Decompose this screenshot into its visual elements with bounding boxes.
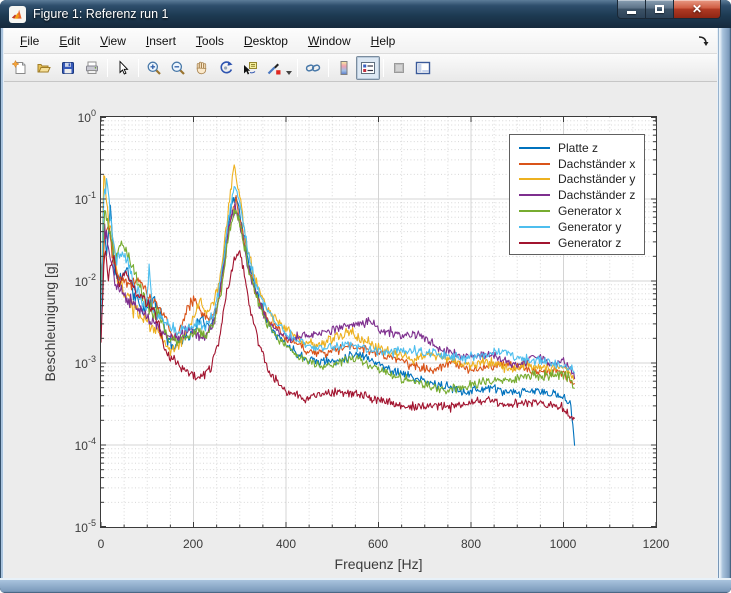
brush-dropdown-caret[interactable] <box>286 71 292 75</box>
legend-line-sample <box>519 242 550 244</box>
link-plot-button[interactable] <box>301 56 325 80</box>
legend-item: Generator z <box>519 235 644 251</box>
x-tick-label: 800 <box>449 537 493 551</box>
legend-item: Platte z <box>519 140 644 156</box>
show-plot-tools-button[interactable] <box>411 56 435 80</box>
window-frame-edge[interactable] <box>719 28 731 578</box>
window-title: Figure 1: Referenz run 1 <box>33 7 169 21</box>
x-tick-label: 200 <box>171 537 215 551</box>
pan-hand-icon <box>194 60 210 76</box>
x-tick-label: 1000 <box>541 537 585 551</box>
data-cursor-icon <box>242 60 258 76</box>
legend-line-sample <box>519 210 550 212</box>
save-button[interactable] <box>56 56 80 80</box>
rotate-3d-icon <box>218 60 234 76</box>
menubar: File Edit View Insert Tools Desktop Wind… <box>4 28 717 54</box>
maximize-icon <box>655 5 664 13</box>
legend-item: Generator y <box>519 219 644 235</box>
show-plot-tools-icon <box>415 60 431 76</box>
zoom-in-button[interactable] <box>142 56 166 80</box>
zoom-out-button[interactable] <box>166 56 190 80</box>
insert-legend-button[interactable] <box>356 56 380 80</box>
figure-client-area: File Edit View Insert Tools Desktop Wind… <box>3 28 718 578</box>
y-tick-label: 10-1 <box>52 191 96 207</box>
maximize-button[interactable] <box>646 0 674 19</box>
close-button[interactable]: ✕ <box>674 0 721 19</box>
window-frame-edge[interactable] <box>0 578 731 593</box>
dock-arrow-icon[interactable] <box>697 34 710 52</box>
y-axis-label: Beschleunigung [g] <box>42 262 58 381</box>
new-figure-button[interactable] <box>8 56 32 80</box>
menu-view[interactable]: View <box>90 30 136 52</box>
brush-tool-button[interactable] <box>262 56 286 80</box>
pointer-tool-button[interactable] <box>111 56 135 80</box>
rotate-3d-button[interactable] <box>214 56 238 80</box>
legend-icon <box>360 60 376 76</box>
print-button[interactable] <box>80 56 104 80</box>
figure-toolbar <box>4 54 717 82</box>
y-tick-label: 10-3 <box>52 355 96 371</box>
legend[interactable]: Platte z Dachständer x Dachständer y Dac… <box>509 134 645 255</box>
figure-window: Figure 1: Referenz run 1 ✕ File Edit Vie… <box>0 0 731 593</box>
legend-line-sample <box>519 147 550 149</box>
menu-edit[interactable]: Edit <box>49 30 90 52</box>
y-tick-label: 10-5 <box>52 519 96 535</box>
menu-desktop[interactable]: Desktop <box>234 30 298 52</box>
close-icon: ✕ <box>692 3 702 15</box>
minimize-icon <box>627 11 636 14</box>
x-tick-label: 400 <box>264 537 308 551</box>
link-icon <box>305 60 321 76</box>
new-figure-icon <box>12 60 28 76</box>
legend-item: Dachständer x <box>519 156 644 172</box>
open-file-icon <box>36 60 52 76</box>
legend-line-sample <box>519 226 550 228</box>
pan-tool-button[interactable] <box>190 56 214 80</box>
toolbar-separator <box>138 59 139 77</box>
pointer-icon <box>115 60 131 76</box>
menu-tools[interactable]: Tools <box>186 30 234 52</box>
legend-line-sample <box>519 194 550 196</box>
window-frame-edge <box>0 28 3 578</box>
zoom-in-icon <box>146 60 162 76</box>
toolbar-separator <box>107 59 108 77</box>
menu-window[interactable]: Window <box>298 30 361 52</box>
hide-plot-tools-button <box>387 56 411 80</box>
save-icon <box>60 60 76 76</box>
y-tick-label: 10-4 <box>52 437 96 453</box>
x-tick-label: 0 <box>79 537 123 551</box>
menu-help[interactable]: Help <box>361 30 406 52</box>
legend-line-sample <box>519 163 550 165</box>
menu-insert[interactable]: Insert <box>136 30 186 52</box>
x-axis-label: Frequenz [Hz] <box>100 556 657 572</box>
toolbar-separator <box>383 59 384 77</box>
print-icon <box>84 60 100 76</box>
titlebar[interactable]: Figure 1: Referenz run 1 ✕ <box>0 0 731 28</box>
toolbar-separator <box>328 59 329 77</box>
legend-item: Dachständer z <box>519 187 644 203</box>
menu-file[interactable]: File <box>10 30 49 52</box>
open-file-button[interactable] <box>32 56 56 80</box>
toolbar-separator <box>297 59 298 77</box>
x-tick-label: 1200 <box>634 537 678 551</box>
insert-colorbar-button[interactable] <box>332 56 356 80</box>
colorbar-icon <box>336 60 352 76</box>
minimize-button[interactable] <box>617 0 646 19</box>
legend-line-sample <box>519 178 550 180</box>
matlab-logo-icon <box>9 6 26 23</box>
y-tick-label: 10-2 <box>52 273 96 289</box>
x-tick-label: 600 <box>356 537 400 551</box>
data-cursor-button[interactable] <box>238 56 262 80</box>
zoom-out-icon <box>170 60 186 76</box>
hide-plot-tools-icon <box>391 60 407 76</box>
legend-item: Dachständer y <box>519 172 644 188</box>
figure-canvas: 0 200 400 600 800 1000 1200 100 10-1 10-… <box>4 82 717 578</box>
brush-icon <box>266 60 282 76</box>
legend-item: Generator x <box>519 203 644 219</box>
y-tick-label: 100 <box>52 109 96 125</box>
